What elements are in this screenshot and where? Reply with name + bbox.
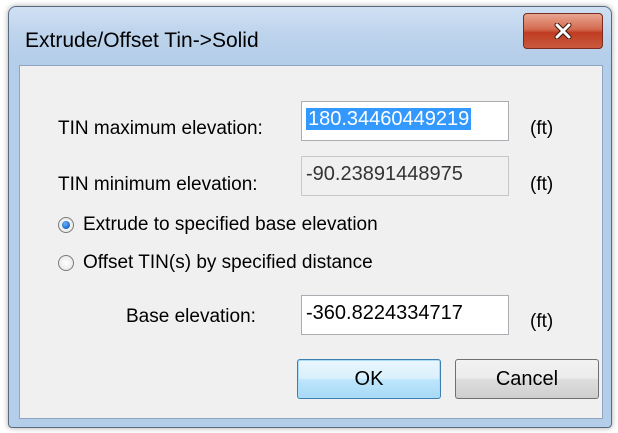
close-icon xyxy=(554,23,572,39)
dialog-title: Extrude/Offset Tin->Solid xyxy=(25,29,259,52)
extrude-option-label: Extrude to specified base elevation xyxy=(83,214,378,235)
extrude-option[interactable]: Extrude to specified base elevation xyxy=(58,214,378,236)
title-bar[interactable]: Extrude/Offset Tin->Solid xyxy=(9,7,611,65)
close-button[interactable] xyxy=(523,13,603,49)
max-elevation-label: TIN maximum elevation: xyxy=(58,118,263,139)
offset-radio[interactable] xyxy=(58,255,74,271)
max-elevation-field[interactable]: 180.34460449219 xyxy=(301,101,509,141)
base-elevation-field[interactable]: -360.8224334717 xyxy=(301,295,509,335)
min-elevation-value: -90.23891448975 xyxy=(306,163,463,185)
cancel-button[interactable]: Cancel xyxy=(455,359,599,399)
min-elevation-unit: (ft) xyxy=(530,174,554,195)
offset-option-label: Offset TIN(s) by specified distance xyxy=(83,252,373,273)
dialog-window: Extrude/Offset Tin->Solid TIN maximum el… xyxy=(8,6,612,428)
extrude-radio[interactable] xyxy=(58,217,74,233)
max-elevation-unit: (ft) xyxy=(530,118,554,139)
base-elevation-value: -360.8224334717 xyxy=(306,302,463,324)
min-elevation-label: TIN minimum elevation: xyxy=(58,174,258,195)
offset-option[interactable]: Offset TIN(s) by specified distance xyxy=(58,252,373,274)
base-elevation-unit: (ft) xyxy=(530,311,554,332)
base-elevation-label: Base elevation: xyxy=(126,306,256,327)
min-elevation-field: -90.23891448975 xyxy=(301,156,509,196)
dialog-body: TIN maximum elevation: 180.34460449219 (… xyxy=(19,65,603,419)
max-elevation-value: 180.34460449219 xyxy=(306,108,472,130)
ok-button[interactable]: OK xyxy=(297,359,441,399)
